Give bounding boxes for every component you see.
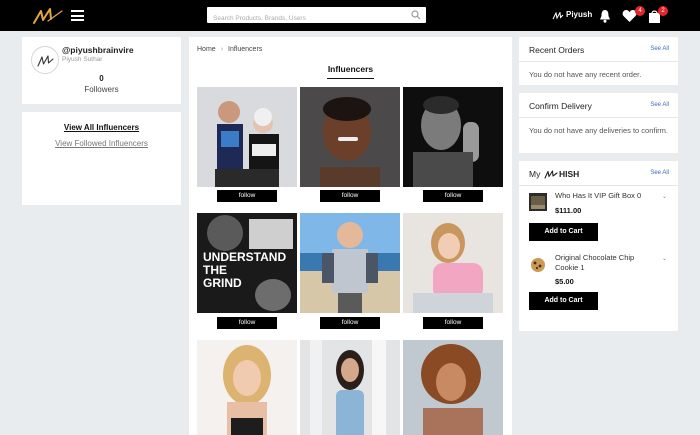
confirm-delivery-title: Confirm Delivery	[529, 101, 592, 111]
influencer-photo[interactable]	[403, 87, 503, 187]
avatar[interactable]	[31, 46, 59, 74]
profile-handle[interactable]: @piyushbrainvire	[62, 45, 134, 55]
curly-hair-woman-photo-icon	[403, 340, 503, 435]
influencer-photo[interactable]	[197, 87, 297, 187]
follow-button[interactable]: follow	[423, 317, 483, 329]
wishlist-item-price: $111.00	[555, 206, 582, 215]
influencer-photo[interactable]	[403, 213, 503, 313]
cookie-product-image[interactable]	[529, 256, 547, 274]
wishlist-item-name[interactable]: Who Has It VIP Gift Box 0	[555, 191, 655, 201]
follow-button[interactable]: follow	[217, 317, 277, 329]
wishlist-count-badge: 4	[635, 6, 645, 16]
svg-text:UNDERSTAND: UNDERSTAND	[203, 250, 286, 264]
follow-button[interactable]: follow	[423, 190, 483, 202]
bell-icon[interactable]	[599, 9, 611, 23]
gift-box-product-image[interactable]	[529, 193, 547, 211]
influencer-photo[interactable]	[300, 340, 400, 435]
wishlist-item-price: $5.00	[555, 277, 574, 286]
influencer-photo[interactable]	[300, 87, 400, 187]
boy-change-the-world-photo-icon	[300, 213, 400, 313]
pink-sweater-woman-photo-icon	[403, 213, 503, 313]
card-divider	[519, 61, 678, 62]
search-bar	[207, 7, 426, 27]
wish-brand-logo-icon	[544, 170, 558, 179]
brand-logo-icon[interactable]	[32, 7, 64, 25]
profile-logo-icon	[37, 55, 54, 67]
follow-button[interactable]: follow	[320, 317, 380, 329]
follow-button[interactable]: follow	[320, 190, 380, 202]
influencer-photo[interactable]: UNDERSTAND THE GRIND	[197, 213, 297, 313]
search-icon[interactable]	[411, 10, 421, 20]
smiling-man-photo-icon	[300, 87, 400, 187]
confirm-delivery-card: Confirm Delivery See All You do not have…	[519, 93, 678, 153]
svg-text:GRIND: GRIND	[203, 276, 242, 290]
page-title: Influencers	[327, 64, 374, 74]
woman-blue-dress-photo-icon	[300, 340, 400, 435]
influencer-photo[interactable]	[197, 340, 297, 435]
confirm-delivery-see-all-link[interactable]: See All	[650, 102, 669, 108]
breadcrumb-current: Influencers	[228, 46, 263, 53]
influencer-links-card: View All Influencers View Followed Influ…	[22, 112, 181, 205]
breadcrumb: Home › Influencers	[197, 46, 262, 53]
add-to-cart-button[interactable]: Add to Cart	[529, 223, 598, 241]
follow-button[interactable]: follow	[217, 190, 277, 202]
confirm-delivery-empty-text: You do not have any deliveries to confir…	[529, 126, 668, 135]
header-username[interactable]: Piyush	[566, 10, 592, 19]
chevron-down-icon[interactable]: ⌄	[662, 255, 667, 262]
understand-the-grind-poster-photo-icon: UNDERSTAND THE GRIND	[197, 213, 297, 313]
influencer-photo[interactable]	[300, 213, 400, 313]
recent-orders-title: Recent Orders	[529, 45, 585, 55]
influencers-header-panel: Home › Influencers Influencers	[189, 37, 512, 82]
profile-full-name: Piyush Suthar	[62, 56, 103, 63]
followers-count: 0	[99, 74, 104, 83]
chevron-right-icon: ›	[220, 46, 224, 53]
blonde-woman-photo-icon	[197, 340, 297, 435]
breadcrumb-home[interactable]: Home	[197, 46, 216, 53]
add-to-cart-button[interactable]: Add to Cart	[529, 292, 598, 310]
menu-icon[interactable]	[71, 10, 84, 21]
wishlist-card: My HISH See All Who Has It VIP Gift Box …	[519, 161, 678, 331]
user-avatar-icon[interactable]	[552, 12, 564, 20]
influencer-photo[interactable]	[403, 340, 503, 435]
top-navigation-bar: Piyush 4 2	[0, 0, 700, 31]
recent-orders-see-all-link[interactable]: See All	[650, 46, 669, 52]
protest-shirt-photo-icon	[197, 87, 297, 187]
wishlist-title-brand: HISH	[559, 169, 580, 179]
svg-text:THE: THE	[203, 263, 227, 277]
wishlist-see-all-link[interactable]: See All	[650, 170, 669, 176]
card-divider	[519, 185, 678, 186]
wishlist-item-name[interactable]: Original Chocolate Chip Cookie 1	[555, 253, 655, 273]
recent-orders-empty-text: You do not have any recent order.	[529, 70, 642, 79]
title-underline	[327, 78, 374, 79]
wishlist-title-prefix: My	[529, 169, 541, 179]
recent-orders-card: Recent Orders See All You do not have an…	[519, 37, 678, 85]
praying-man-photo-icon	[403, 87, 503, 187]
profile-card: @piyushbrainvire Piyush Suthar 0 Followe…	[22, 37, 181, 104]
view-all-influencers-link[interactable]: View All Influencers	[22, 123, 181, 132]
chevron-down-icon[interactable]: ⌄	[662, 193, 667, 200]
cart-count-badge: 2	[658, 6, 668, 16]
card-divider	[519, 117, 678, 118]
followers-label: Followers	[84, 85, 119, 94]
view-followed-influencers-link[interactable]: View Followed Influencers	[22, 139, 181, 148]
search-input[interactable]	[207, 10, 403, 27]
